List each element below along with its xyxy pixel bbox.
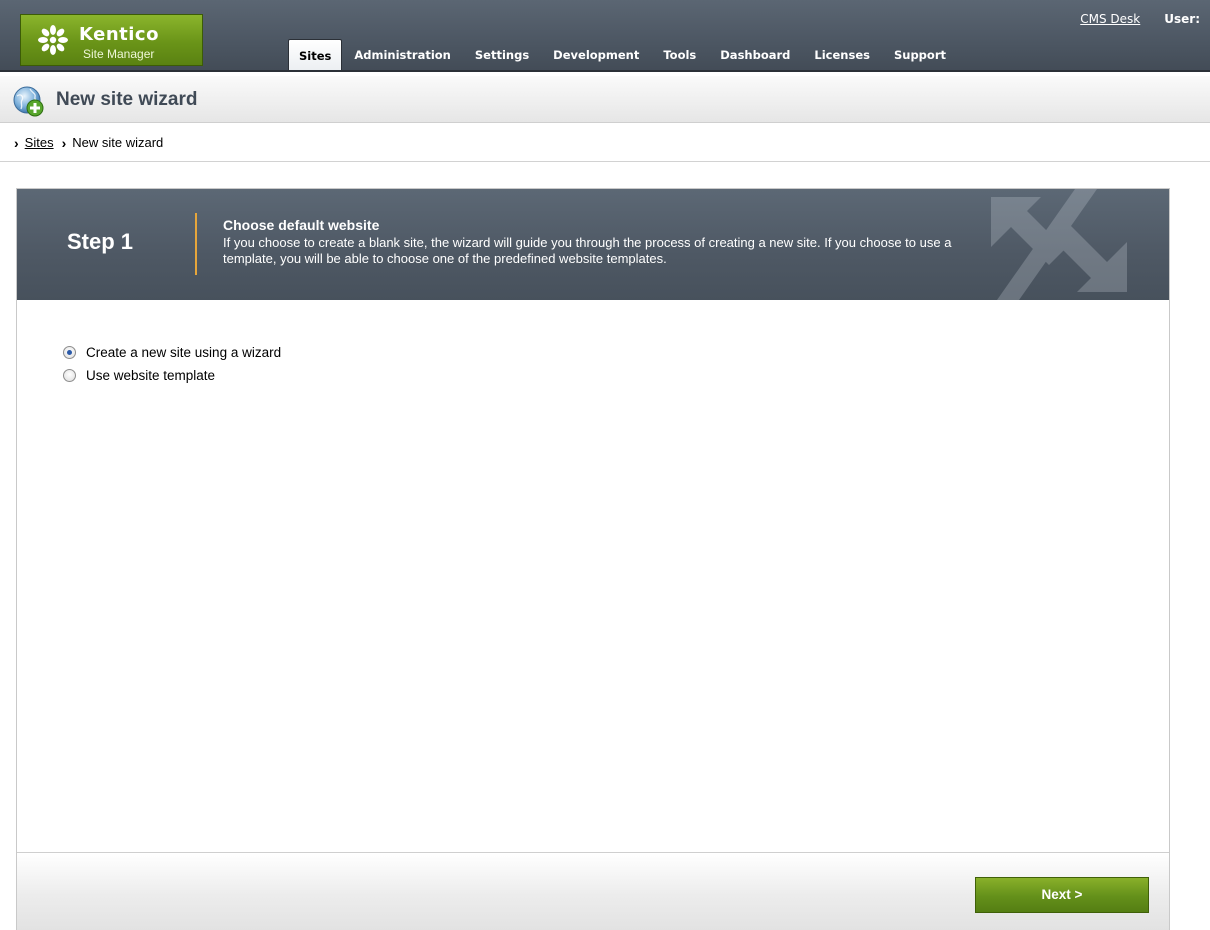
page-title: New site wizard	[56, 89, 198, 110]
kentico-logo[interactable]: Kentico Site Manager	[20, 14, 203, 66]
option-label: Use website template	[86, 368, 216, 383]
tab-settings[interactable]: Settings	[463, 39, 541, 70]
top-header: Kentico Site Manager Sites Administratio…	[0, 0, 1210, 72]
option-use-template[interactable]: Use website template	[63, 368, 215, 383]
tab-tools[interactable]: Tools	[651, 39, 708, 70]
tab-sites[interactable]: Sites	[288, 39, 343, 70]
step-title: Choose default website	[223, 217, 380, 233]
radio-use-template[interactable]	[63, 369, 76, 382]
kentico-flower-icon	[38, 25, 68, 55]
step-description: If you choose to create a blank site, th…	[223, 235, 952, 266]
brand-name: Kentico	[79, 24, 159, 45]
user-label: User:	[1164, 12, 1200, 26]
new-site-wizard: Step 1 Choose default website If you cho…	[16, 188, 1170, 930]
brand-subtitle: Site Manager	[83, 47, 155, 61]
main-nav: Sites Administration Settings Developmen…	[288, 39, 958, 70]
option-label: Create a new site using a wizard	[86, 345, 282, 360]
globe-add-icon	[13, 86, 44, 117]
step-divider	[195, 213, 197, 275]
tab-administration[interactable]: Administration	[342, 39, 463, 70]
tab-development[interactable]: Development	[541, 39, 651, 70]
title-bar: New site wizard	[0, 76, 1210, 123]
top-right-links: CMS Desk User:	[1080, 12, 1200, 26]
wizard-step-header: Step 1 Choose default website If you cho…	[17, 189, 1169, 300]
breadcrumb: › Sites › New site wizard	[0, 124, 1210, 162]
step-label: Step 1	[67, 229, 134, 254]
radio-create-wizard[interactable]	[63, 346, 76, 359]
wizard-body: Create a new site using a wizard Use web…	[17, 300, 1169, 852]
breadcrumb-current: New site wizard	[72, 135, 164, 150]
tab-licenses[interactable]: Licenses	[802, 39, 882, 70]
option-create-wizard[interactable]: Create a new site using a wizard	[63, 345, 281, 360]
tab-dashboard[interactable]: Dashboard	[708, 39, 802, 70]
chevron-right-icon: ›	[61, 134, 67, 151]
next-button[interactable]: Next >	[975, 877, 1149, 913]
chevron-right-icon: ›	[14, 134, 19, 151]
cms-desk-link[interactable]: CMS Desk	[1080, 12, 1140, 26]
tab-support[interactable]: Support	[882, 39, 958, 70]
swap-arrows-icon	[991, 189, 1127, 300]
wizard-footer: Next >	[17, 852, 1169, 930]
breadcrumb-sites-link[interactable]: Sites	[25, 135, 54, 150]
